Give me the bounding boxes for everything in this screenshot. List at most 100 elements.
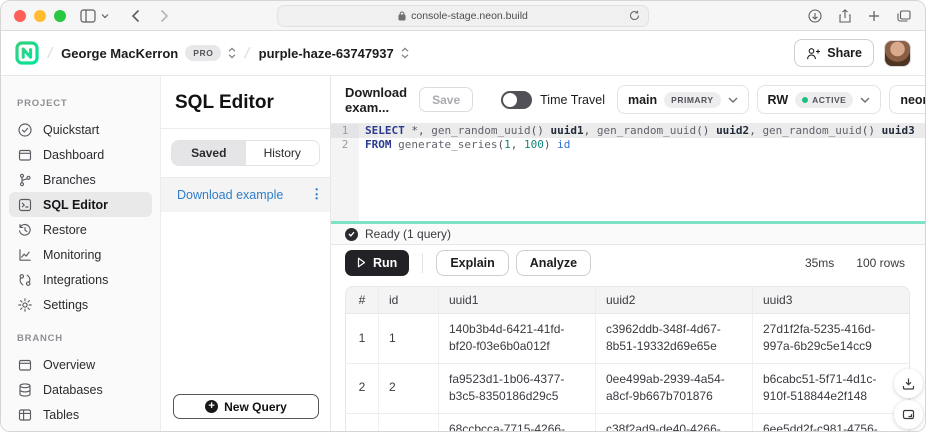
project-name[interactable]: purple-haze-63747937 [259,46,394,61]
close-window-button[interactable] [14,10,26,22]
sidebar-item-monitoring[interactable]: Monitoring [9,242,152,267]
status-text: Ready (1 query) [365,227,451,241]
line-number: 1 [331,124,359,138]
sidebar-item-label: Quickstart [43,123,99,137]
page-title: SQL Editor [161,76,330,128]
active-dot [802,97,808,103]
chevron-down-icon[interactable] [101,13,109,19]
line-number: 2 [331,138,359,152]
sidebar-item-integrations[interactable]: Integrations [9,267,152,292]
sidebar-item-quickstart[interactable]: Quickstart [9,117,152,142]
address-bar[interactable]: console-stage.neon.build [277,5,649,27]
sidebar-item-label: SQL Editor [43,198,108,212]
sidebar-item-label: Overview [43,358,95,372]
column-header-uuid1: uuid1 [439,286,596,314]
time-travel-toggle[interactable] [501,91,532,109]
table-cell: 6ee5dd2f-c981-4756-b277-0784be729d90 [753,414,910,432]
new-tab-icon[interactable] [868,10,880,22]
kebab-menu-icon[interactable]: ••• [315,188,318,202]
back-button[interactable] [131,9,140,23]
table-cell: c3962ddb-348f-4d67-8b51-19332d69e65e [596,314,753,364]
database-select[interactable]: neondb [889,85,925,114]
run-button[interactable]: Run [345,250,409,276]
table-cell: 0ee499ab-2939-4a54-a8cf-9b667b701876 [596,364,753,414]
result-row-count: 100 rows [856,256,905,270]
code-text: SELECT *, gen_random_uuid() uuid1, gen_r… [359,124,915,138]
reload-icon[interactable] [629,10,640,21]
databases-icon [17,382,33,398]
browser-chrome: console-stage.neon.build [1,1,925,31]
share-button[interactable]: Share [794,39,874,67]
sidebar-item-tables[interactable]: Tables [9,402,152,427]
url-text: console-stage.neon.build [411,10,528,22]
branch-name: main [628,93,657,107]
sidebar-item-label: Tables [43,408,79,422]
new-query-button[interactable]: + New Query [173,394,319,419]
traffic-lights [14,10,66,22]
table-row[interactable]: 3368ccbcca-7715-4266-b6c5-9f7a14ea6e5ec3… [345,414,910,432]
sidebar-item-branches[interactable]: Branches [9,167,152,192]
time-travel-label: Time Travel [540,93,605,107]
overview-icon [17,357,33,373]
plan-badge: PRO [185,45,221,61]
sidebar-item-label: Dashboard [43,148,104,162]
table-cell: 1 [345,314,379,364]
download-results-button[interactable] [894,369,923,398]
branch-select[interactable]: main PRIMARY [617,85,749,114]
explain-button[interactable]: Explain [436,250,508,276]
org-name[interactable]: George MacKerron [61,46,178,61]
sidebar-item-sql-editor[interactable]: SQL Editor [9,192,152,217]
table-cell: 140b3b4d-6421-41fd-bf20-f03e6b0a012f [439,314,596,364]
forward-button[interactable] [160,9,169,23]
compute-select[interactable]: RW ACTIVE [757,85,882,114]
sql-code-editor[interactable]: 1SELECT *, gen_random_uuid() uuid1, gen_… [331,124,925,221]
sidebar-item-label: Databases [43,383,103,397]
sidebar-item-databases[interactable]: Databases [9,377,152,402]
user-avatar[interactable] [884,40,911,67]
sidebar-item-label: Monitoring [43,248,101,262]
downloads-icon[interactable] [808,9,822,23]
table-cell: c38f2ad9-de40-4266-a918-ae947c732ed0 [596,414,753,432]
table-row[interactable]: 11140b3b4d-6421-41fd-bf20-f03e6b0a012fc3… [345,314,910,364]
plus-icon: + [205,400,218,413]
tab-saved[interactable]: Saved [172,141,246,165]
sidebar-item-label: Restore [43,223,87,237]
database-name: neondb [900,93,925,107]
table-cell: 3 [379,414,439,432]
neon-logo[interactable] [15,41,39,65]
branch-primary-badge: PRIMARY [664,92,720,108]
share-button-label: Share [827,46,862,60]
code-line[interactable]: 1SELECT *, gen_random_uuid() uuid1, gen_… [331,124,925,138]
new-query-label: New Query [224,400,287,414]
branches-icon [17,172,33,188]
sidebar-item-roles[interactable]: Roles [9,427,152,432]
sidebar-item-settings[interactable]: Settings [9,292,152,317]
sidebar-item-overview[interactable]: Overview [9,352,152,377]
share-icon[interactable] [839,9,851,23]
app-header: / George MacKerron PRO / purple-haze-637… [1,31,925,76]
save-button[interactable]: Save [419,87,473,112]
restore-icon [17,222,33,238]
success-check-icon [345,228,358,241]
zoom-window-button[interactable] [54,10,66,22]
editor-toolbar: Download exam... Save Time Travel main P… [331,76,925,124]
code-text: FROM generate_series(1, 100) id [359,138,570,152]
code-line[interactable]: 2FROM generate_series(1, 100) id [331,138,925,152]
minimize-window-button[interactable] [34,10,46,22]
sidebar-item-label: Branches [43,173,96,187]
sidebar-item-restore[interactable]: Restore [9,217,152,242]
sidebar-item-dashboard[interactable]: Dashboard [9,142,152,167]
project-switcher-icon[interactable] [401,47,409,59]
org-switcher-icon[interactable] [228,47,236,59]
table-row[interactable]: 22fa9523d1-1b06-4377-b3c5-8350186d29c50e… [345,364,910,414]
analyze-button[interactable]: Analyze [516,250,591,276]
dashboard-icon [17,147,33,163]
lock-icon [398,11,406,21]
table-cell: 1 [379,314,439,364]
saved-query-item[interactable]: Download example••• [161,178,330,212]
tab-history[interactable]: History [246,141,320,165]
sidebar-toggle-icon[interactable] [80,9,96,23]
chevron-down-icon [860,97,870,103]
expand-results-button[interactable] [894,400,923,429]
tab-overview-icon[interactable] [897,10,911,22]
